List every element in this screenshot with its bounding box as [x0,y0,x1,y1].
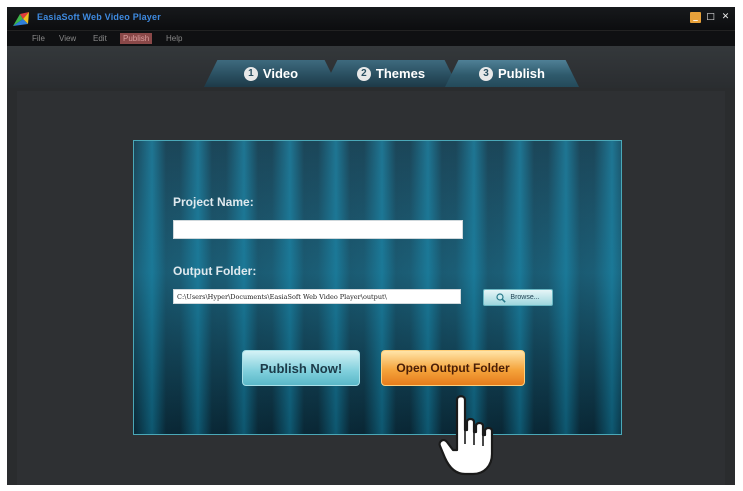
output-folder-label: Output Folder: [173,264,257,278]
tab-number-badge: 2 [356,66,371,81]
magnifier-icon [496,292,507,303]
close-button[interactable]: ✕ [720,12,731,23]
menu-edit[interactable]: Edit [90,33,110,44]
tab-video[interactable]: 1 Video [204,60,338,87]
project-name-label: Project Name: [173,195,254,209]
open-output-folder-button[interactable]: Open Output Folder [381,350,525,386]
tab-number-badge: 1 [243,66,258,81]
hand-pointer-icon [438,395,494,476]
tab-strip: 1 Video 2 Themes 3 Publish [7,46,735,88]
tab-publish[interactable]: 3 Publish [445,60,579,87]
tab-number-badge: 3 [479,66,494,81]
tab-label: Publish [498,66,545,81]
menu-publish[interactable]: Publish [120,33,153,44]
menu-view[interactable]: View [56,33,79,44]
browse-button[interactable]: Browse... [483,289,553,306]
tab-label: Video [262,66,299,81]
project-name-input[interactable] [173,220,463,239]
menu-bar: File View Edit Publish Help [7,30,735,47]
minimize-button[interactable]: _ [690,12,701,23]
menu-file[interactable]: File [29,33,48,44]
menu-help[interactable]: Help [163,33,185,44]
tab-label: Themes [375,66,426,81]
publish-panel: Project Name: Output Folder: C:\Users\Hy… [133,140,622,435]
window-title: EasiaSoft Web Video Player [37,12,161,22]
title-bar: EasiaSoft Web Video Player _ □ ✕ [7,7,735,30]
window-controls: _ □ ✕ [690,12,731,23]
browse-label: Browse... [510,294,540,301]
maximize-button[interactable]: □ [705,12,716,23]
tab-themes[interactable]: 2 Themes [324,60,458,87]
app-logo-icon [13,12,29,26]
publish-now-button[interactable]: Publish Now! [242,350,360,386]
output-folder-input[interactable]: C:\Users\Hyper\Documents\EasiaSoft Web V… [173,289,461,304]
